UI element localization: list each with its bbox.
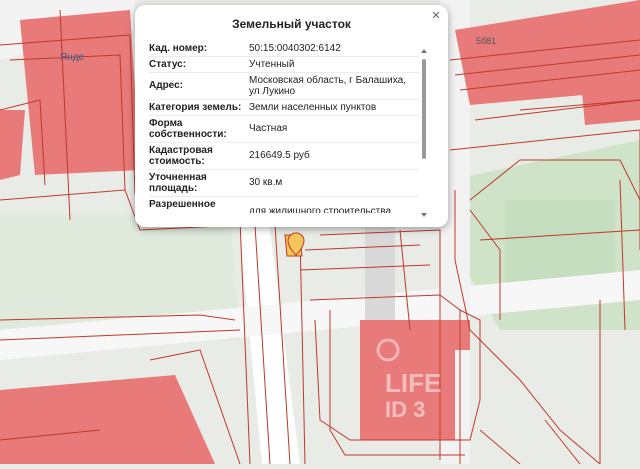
scroll-up-icon[interactable] bbox=[421, 49, 427, 53]
row-value: 50:15:0040302:6142 bbox=[249, 43, 341, 54]
info-row: Форма собственности: Частная bbox=[149, 116, 419, 143]
row-label: Статус: bbox=[149, 59, 187, 70]
row-label: Разрешенное bbox=[149, 199, 216, 210]
map-logo-label: Янде bbox=[60, 52, 85, 63]
info-row: Статус: Учтенный bbox=[149, 57, 419, 73]
info-row: Кад. номер: 50:15:0040302:6142 bbox=[149, 41, 419, 57]
row-value: Московская область, г Балашиха, ул Лукин… bbox=[249, 75, 406, 97]
row-label: Форма собственности: bbox=[149, 118, 227, 140]
row-value: 30 кв.м bbox=[249, 177, 283, 188]
info-row: Кадастровая стоимость: 216649.5 руб bbox=[149, 143, 419, 170]
row-label: Адрес: bbox=[149, 80, 183, 91]
scroll-down-icon[interactable] bbox=[421, 213, 427, 217]
watermark-text: ID 3 bbox=[385, 397, 426, 422]
close-icon[interactable]: ✕ bbox=[429, 9, 443, 23]
building bbox=[20, 10, 140, 175]
building bbox=[580, 60, 640, 125]
info-row: Разрешенное для жилищного строительства bbox=[149, 197, 419, 213]
row-label: Кад. номер: bbox=[149, 43, 208, 54]
row-label: Уточненная площадь: bbox=[149, 172, 207, 194]
building-grey bbox=[365, 225, 395, 320]
popup-title: Земельный участок bbox=[232, 17, 351, 31]
info-row: Категория земель: Земли населенных пункт… bbox=[149, 100, 419, 116]
row-value: 216649.5 руб bbox=[249, 150, 310, 161]
parcel-marker-icon[interactable] bbox=[286, 232, 306, 256]
watermark-text: LIFE bbox=[385, 368, 442, 398]
parcel-info-table: Кад. номер: 50:15:0040302:6142 Статус: У… bbox=[149, 41, 419, 213]
house-number: 5б81 bbox=[476, 36, 497, 46]
row-value: Учтенный bbox=[249, 59, 295, 70]
row-value: Частная bbox=[249, 123, 288, 134]
row-label: Кадастровая стоимость: bbox=[149, 145, 213, 167]
row-label: Категория земель: bbox=[149, 102, 242, 113]
popup-scrollbar[interactable] bbox=[421, 49, 427, 217]
row-value: для жилищного строительства bbox=[249, 206, 392, 213]
info-row: Адрес: Московская область, г Балашиха, у… bbox=[149, 73, 419, 100]
info-row: Уточненная площадь: 30 кв.м bbox=[149, 170, 419, 197]
parcel-info-popup: Земельный участок ✕ Кад. номер: 50:15:00… bbox=[135, 5, 448, 227]
row-value: Земли населенных пунктов bbox=[249, 102, 377, 113]
scroll-thumb[interactable] bbox=[422, 59, 426, 159]
